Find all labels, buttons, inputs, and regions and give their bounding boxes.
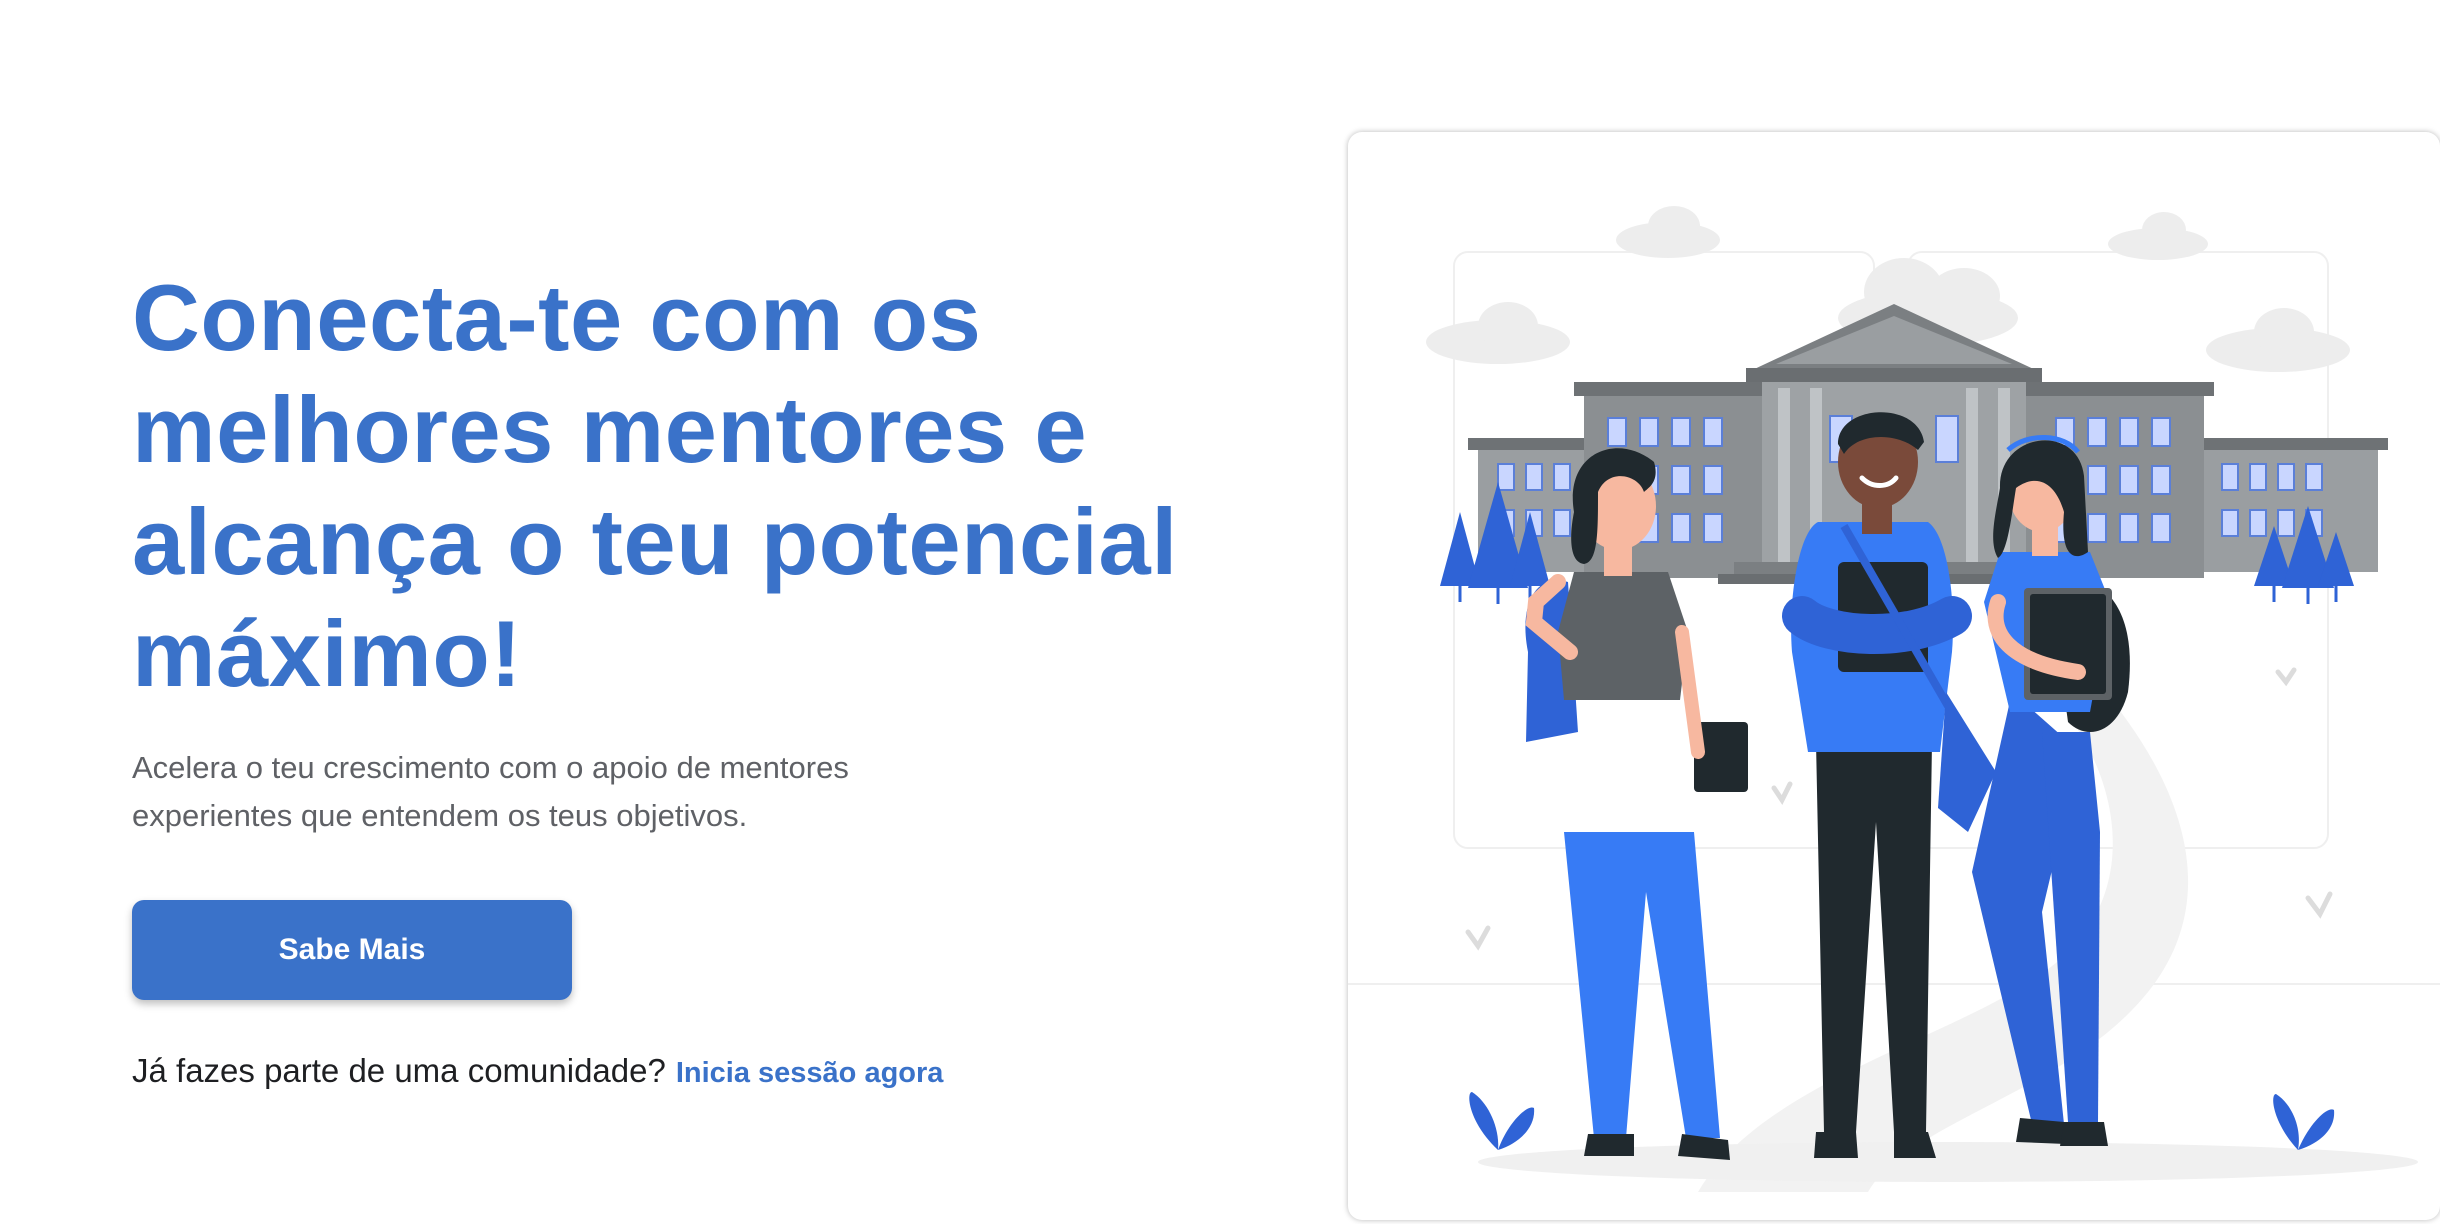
students-illustration	[1348, 206, 2440, 1192]
illustration-card	[1348, 132, 2440, 1220]
headline-line: alcança o teu potencial	[132, 489, 1178, 594]
headline-line: melhores mentores e	[132, 377, 1088, 482]
hero-subtitle: Acelera o teu crescimento com o apoio de…	[132, 744, 1232, 840]
headline-line: Conecta-te com os	[132, 265, 982, 370]
headline-line: máximo!	[132, 601, 523, 706]
subtitle-line: experientes que entendem os teus objetiv…	[132, 798, 748, 833]
hero-section: Conecta-te com os melhores mentores e al…	[132, 262, 1232, 871]
learn-more-button[interactable]: Sabe Mais	[132, 900, 572, 1000]
login-prompt-text: Já fazes parte de uma comunidade?	[132, 1052, 666, 1089]
subtitle-line: Acelera o teu crescimento com o apoio de…	[132, 750, 849, 785]
login-link[interactable]: Inicia sessão agora	[676, 1057, 944, 1089]
login-prompt: Já fazes parte de uma comunidade? Inicia …	[132, 1052, 943, 1090]
hero-headline: Conecta-te com os melhores mentores e al…	[132, 262, 1232, 710]
